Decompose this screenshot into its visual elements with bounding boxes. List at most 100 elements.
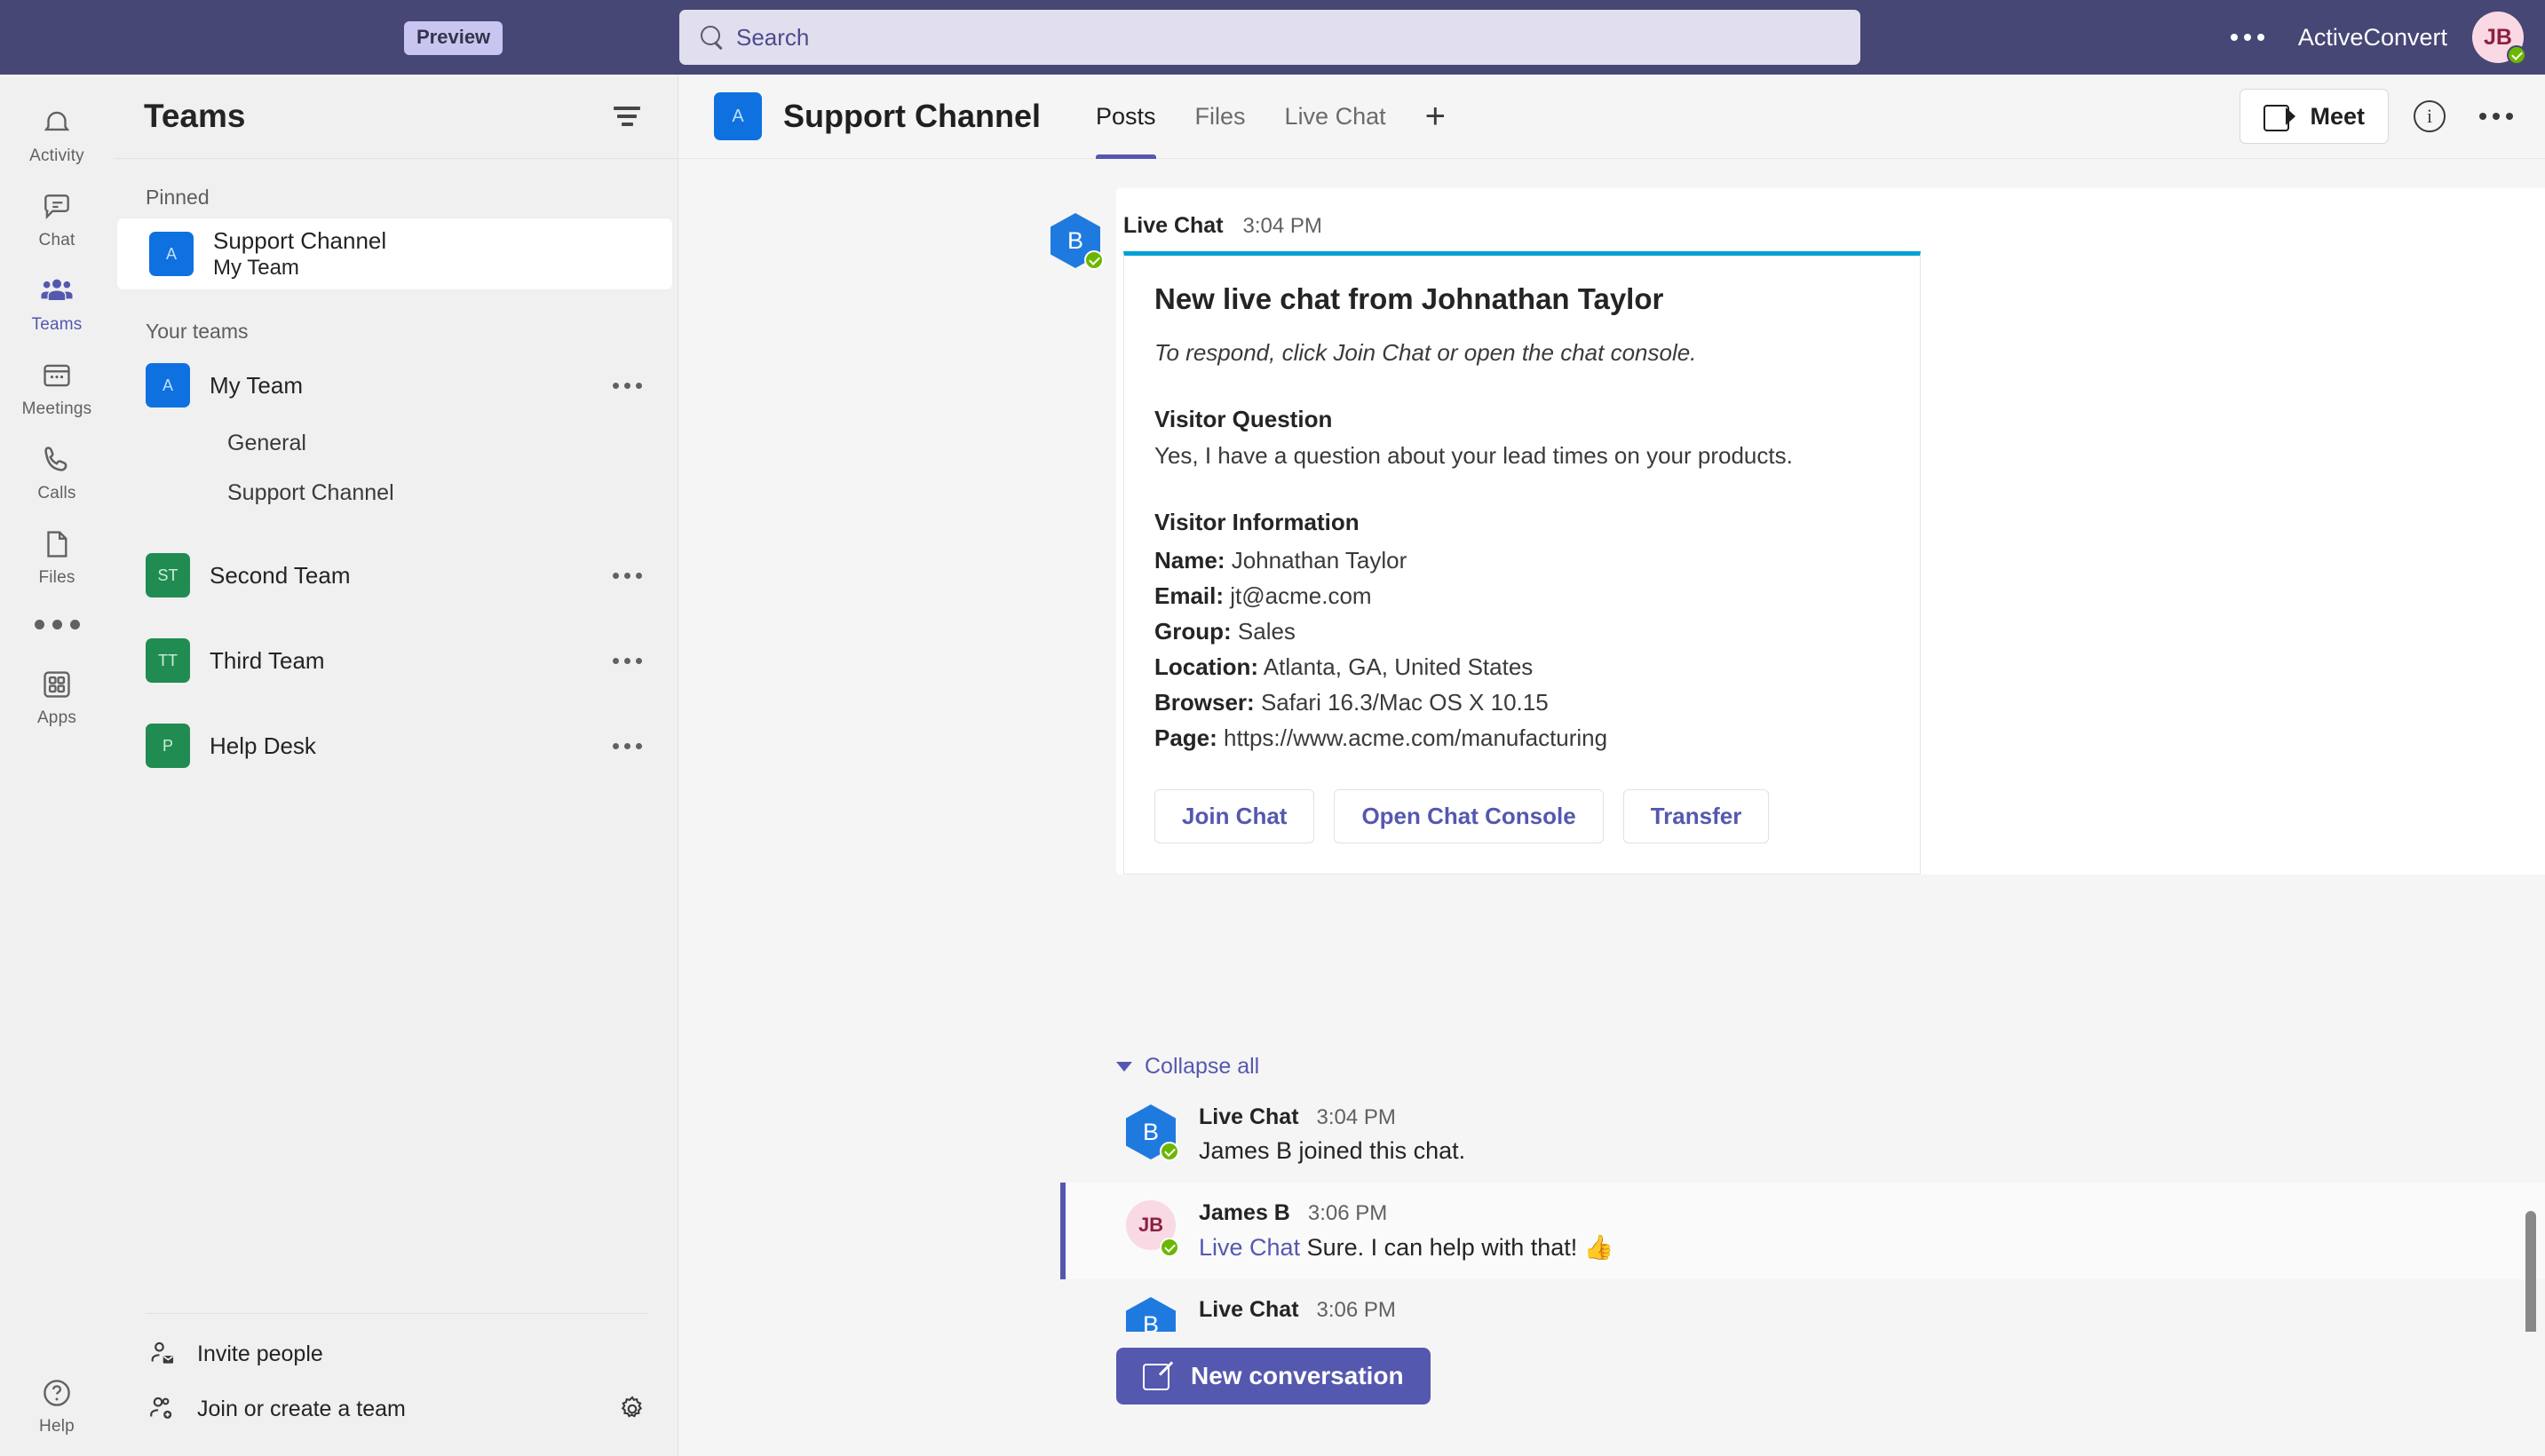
- chat-bubble-icon: [37, 187, 76, 226]
- sidebar-item-label: Activity: [29, 146, 84, 165]
- collapse-all-button[interactable]: Collapse all: [1116, 1054, 1259, 1080]
- gear-icon[interactable]: [617, 1394, 647, 1424]
- avatar: JB: [1126, 1200, 1179, 1257]
- team-more-icon[interactable]: [607, 564, 647, 588]
- search-icon: [699, 24, 725, 51]
- page-title: Teams: [144, 98, 246, 134]
- avatar-initials: JB: [2484, 24, 2512, 50]
- calendar-icon: [37, 356, 76, 395]
- tab-files[interactable]: Files: [1176, 75, 1265, 159]
- sidebar-item-calls[interactable]: Calls: [0, 428, 114, 512]
- transfer-button[interactable]: Transfer: [1622, 789, 1770, 843]
- reply-meta: Live Chat 3:06 PM: [1199, 1297, 2545, 1323]
- field-label: Email:: [1154, 582, 1225, 609]
- team-row-help-desk[interactable]: P Help Desk: [114, 713, 678, 779]
- field-label: Location:: [1154, 653, 1258, 680]
- channel-row-general[interactable]: General: [114, 418, 678, 468]
- reply-body: Live Chat 3:06 PM Johnathan Taylor Thank…: [1199, 1297, 2545, 1332]
- field-label: Browser:: [1154, 689, 1255, 716]
- compose-bar: New conversation: [678, 1332, 2545, 1456]
- invite-people-label: Invite people: [197, 1341, 323, 1366]
- new-conversation-button[interactable]: New conversation: [1116, 1348, 1431, 1405]
- field-value: jt@acme.com: [1230, 582, 1372, 609]
- team-subtitle: My Team: [213, 256, 299, 280]
- teams-scroll-area[interactable]: Pinned A Support Channel My Team Your te…: [114, 159, 678, 1313]
- teams-panel-footer: Invite people Join or create a team: [114, 1313, 678, 1456]
- team-more-icon[interactable]: [607, 734, 647, 758]
- team-name: Support Channel: [213, 227, 387, 254]
- filter-icon[interactable]: [612, 101, 642, 131]
- collapse-all-label: Collapse all: [1145, 1054, 1260, 1079]
- chevron-down-icon: [1116, 1062, 1132, 1072]
- team-name: Third Team: [210, 646, 325, 674]
- sidebar-item-files[interactable]: Files: [0, 512, 114, 597]
- reply-item[interactable]: B Live Chat 3:04 PM James B joined this …: [1060, 1087, 2545, 1183]
- reply-timestamp: 3:06 PM: [1316, 1298, 1396, 1322]
- reply-item[interactable]: JB James B 3:06 PM Live Chat Sure. I can…: [1060, 1183, 2545, 1279]
- reply-author: James B: [1199, 1200, 1290, 1225]
- avatar-initials: B: [1066, 226, 1083, 254]
- presence-available-icon: [1160, 1238, 1179, 1257]
- sidebar-item-chat[interactable]: Chat: [0, 175, 114, 259]
- sidebar-item-label: Help: [39, 1417, 75, 1436]
- info-icon[interactable]: i: [2414, 100, 2446, 132]
- posts-area[interactable]: B Live Chat 3:04 PM New live chat from J…: [678, 159, 2545, 1332]
- open-chat-console-button[interactable]: Open Chat Console: [1334, 789, 1604, 843]
- team-name: Help Desk: [210, 732, 316, 759]
- invite-people-button[interactable]: Invite people: [114, 1326, 678, 1381]
- channel-title: Support Channel: [783, 98, 1041, 134]
- reply-author: Live Chat: [1199, 1297, 1299, 1322]
- ellipsis-icon[interactable]: [2222, 25, 2273, 50]
- vertical-scrollbar[interactable]: [2525, 1211, 2536, 1332]
- team-avatar: A: [146, 363, 190, 408]
- sidebar-item-meetings[interactable]: Meetings: [0, 344, 114, 428]
- avatar-initials: B: [1142, 1310, 1159, 1333]
- team-more-icon[interactable]: [607, 374, 647, 398]
- team-avatar-initials: ST: [157, 566, 178, 584]
- sidebar-item-teams[interactable]: Teams: [0, 259, 114, 344]
- team-row-pinned-support-channel[interactable]: A Support Channel My Team: [117, 218, 672, 289]
- sidebar-item-apps[interactable]: Apps: [0, 653, 114, 737]
- join-or-create-team-button[interactable]: Join or create a team: [114, 1381, 678, 1436]
- sidebar-item-label: Apps: [36, 708, 77, 727]
- avatar[interactable]: JB: [2472, 12, 2526, 65]
- avatar: B: [1126, 1297, 1176, 1332]
- reply-timestamp: 3:06 PM: [1307, 1201, 1388, 1225]
- section-label-your-teams: Your teams: [146, 320, 249, 343]
- team-name: Second Team: [210, 561, 351, 589]
- team-avatar: A: [149, 232, 194, 276]
- avatar: B: [1051, 213, 1104, 270]
- team-more-icon[interactable]: [607, 649, 647, 673]
- tab-live-chat[interactable]: Live Chat: [1265, 75, 1406, 159]
- channel-row-support-channel[interactable]: Support Channel: [114, 468, 678, 518]
- question-circle-icon: [37, 1373, 76, 1412]
- channel-more-icon[interactable]: [2470, 104, 2522, 129]
- avatar-initials: B: [1142, 1118, 1159, 1145]
- reply-text: Johnathan Taylor Thanks! I'm interested …: [1199, 1330, 2545, 1332]
- video-camera-icon: [2264, 105, 2296, 131]
- rail-more-icon[interactable]: [34, 597, 80, 653]
- sidebar-item-activity[interactable]: Activity: [0, 91, 114, 175]
- team-row-my-team[interactable]: A My Team: [114, 352, 678, 418]
- top-bar: Preview Search ActiveConvert JB: [0, 0, 2545, 75]
- team-texts: Support Channel My Team: [213, 227, 642, 281]
- team-row-second-team[interactable]: ST Second Team: [114, 542, 678, 608]
- reply-item[interactable]: B Live Chat 3:06 PM Johnathan Taylor: [1060, 1279, 2545, 1332]
- reply-body: James B 3:06 PM Live Chat Sure. I can he…: [1199, 1200, 2545, 1262]
- sidebar-item-label: Calls: [37, 484, 76, 502]
- search-bar[interactable]: Search: [679, 10, 1860, 65]
- field-label: Name:: [1154, 547, 1225, 574]
- tab-posts[interactable]: Posts: [1076, 75, 1176, 159]
- meet-button[interactable]: Meet: [2240, 89, 2389, 144]
- search-input[interactable]: Search: [736, 24, 809, 51]
- teams-list-panel: Teams Pinned A Support Channel My Team Y…: [114, 75, 678, 1456]
- team-avatar: TT: [146, 638, 190, 683]
- team-avatar: P: [146, 724, 190, 768]
- sidebar-item-help[interactable]: Help: [0, 1361, 114, 1456]
- field-value: Atlanta, GA, United States: [1263, 653, 1534, 680]
- reply-meta: Live Chat 3:04 PM: [1199, 1104, 2545, 1130]
- team-row-third-team[interactable]: TT Third Team: [114, 628, 678, 693]
- add-tab-icon[interactable]: +: [1406, 97, 1465, 137]
- join-chat-button[interactable]: Join Chat: [1154, 789, 1315, 843]
- visitor-question-text: Yes, I have a question about your lead t…: [1154, 442, 1793, 469]
